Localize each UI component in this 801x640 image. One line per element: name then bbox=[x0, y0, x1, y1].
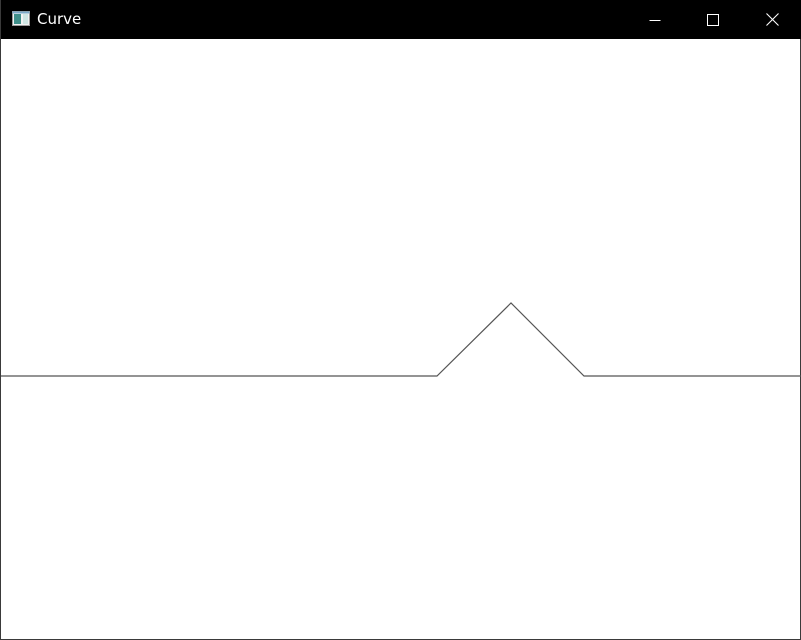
maximize-icon bbox=[707, 13, 719, 26]
curve-line bbox=[1, 302, 801, 377]
maximize-button[interactable] bbox=[684, 0, 742, 39]
curve-surface bbox=[1, 302, 801, 377]
minimize-icon bbox=[649, 19, 661, 21]
close-icon bbox=[765, 13, 779, 26]
minimize-button[interactable] bbox=[626, 0, 684, 39]
app-window-icon bbox=[12, 11, 30, 26]
window-title: Curve bbox=[37, 10, 82, 28]
title-bar[interactable]: Curve bbox=[1, 0, 801, 39]
close-button[interactable] bbox=[742, 0, 801, 39]
application-window: Curve bbox=[0, 0, 801, 640]
drawing-canvas[interactable] bbox=[1, 39, 801, 640]
